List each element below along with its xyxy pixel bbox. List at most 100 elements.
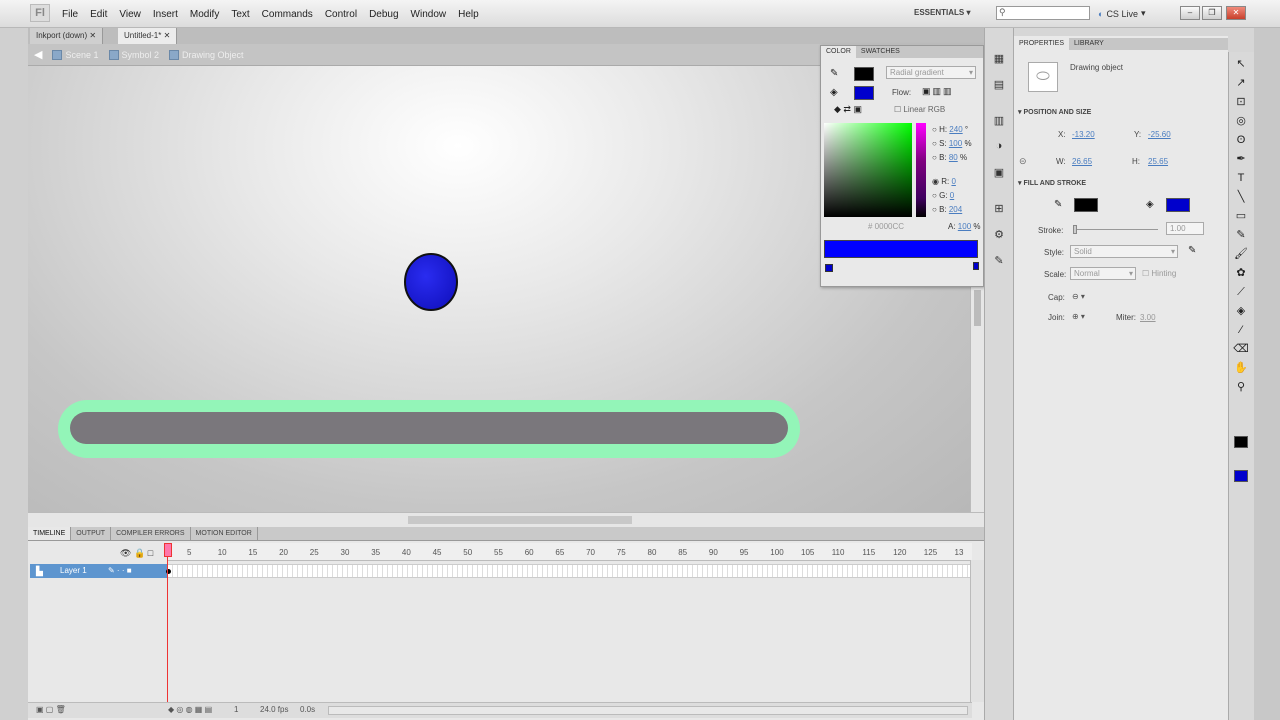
breadcrumb-scene[interactable]: Scene 1: [52, 49, 99, 60]
menu-file[interactable]: File: [56, 9, 84, 20]
eyedropper-tool-icon[interactable]: ⁄: [1233, 322, 1249, 338]
tab-color[interactable]: COLOR: [821, 46, 856, 58]
menu-window[interactable]: Window: [405, 9, 453, 20]
tab-motion-editor[interactable]: MOTION EDITOR: [191, 527, 258, 540]
menu-modify[interactable]: Modify: [184, 9, 225, 20]
pencil-tool-icon[interactable]: ✎: [1233, 227, 1249, 243]
breadcrumb-symbol[interactable]: Symbol 2: [108, 49, 159, 60]
color-picker-field[interactable]: [824, 123, 912, 217]
lock-icon[interactable]: 🔒: [134, 548, 145, 558]
gradient-stop-left[interactable]: [825, 264, 833, 272]
onion-skin-icons[interactable]: ◆ ◎ ◍ ▦ ▤: [168, 705, 212, 714]
menu-text[interactable]: Text: [225, 9, 255, 20]
lasso-tool-icon[interactable]: ʘ: [1233, 132, 1249, 148]
hue-slider[interactable]: [916, 123, 926, 217]
paint-bucket-tool-icon[interactable]: ◈: [1233, 303, 1249, 319]
breadcrumb-drawing-object[interactable]: Drawing Object: [169, 49, 244, 60]
eraser-tool-icon[interactable]: ⌫: [1233, 341, 1249, 357]
tab-swatches[interactable]: SWATCHES: [856, 46, 905, 58]
tab-properties[interactable]: PROPERTIES: [1014, 38, 1069, 50]
stroke-slider[interactable]: [1074, 229, 1158, 230]
back-arrow-icon[interactable]: ◀: [34, 48, 42, 61]
green-row[interactable]: ○ G: 0: [932, 189, 972, 203]
playhead[interactable]: [167, 543, 168, 713]
stroke-color-swatch[interactable]: [854, 67, 874, 81]
info-panel-icon[interactable]: ▥: [991, 114, 1007, 130]
brightness-row[interactable]: ○ B: 80 %: [932, 151, 972, 165]
maximize-button[interactable]: ❐: [1202, 6, 1222, 20]
join-select[interactable]: ⊕ ▾: [1072, 312, 1085, 321]
gradient-stop-right[interactable]: [973, 262, 979, 270]
linear-rgb-checkbox[interactable]: ☐ Linear RGB: [894, 105, 945, 114]
stage-horizontal-scrollbar[interactable]: [28, 512, 984, 527]
motion-presets-icon[interactable]: ⚙: [991, 228, 1007, 244]
menu-view[interactable]: View: [113, 9, 147, 20]
workspace-switcher[interactable]: ESSENTIALS ▾: [914, 8, 970, 17]
section-fill-stroke[interactable]: ▾ FILL AND STROKE: [1018, 179, 1086, 187]
tab-timeline[interactable]: TIMELINE: [28, 527, 72, 540]
timeline-vertical-scrollbar[interactable]: [970, 560, 984, 702]
hue-row[interactable]: ○ H: 240 °: [932, 123, 972, 137]
stroke-color-tool[interactable]: [1234, 436, 1248, 448]
h-value[interactable]: 25.65: [1148, 157, 1168, 166]
eye-icon[interactable]: 👁: [120, 548, 131, 558]
transform-panel-icon[interactable]: ◑: [991, 140, 1007, 156]
hinting-checkbox[interactable]: ☐ Hinting: [1142, 269, 1176, 278]
stroke-slider-thumb[interactable]: [1073, 225, 1077, 234]
frame-rate[interactable]: 24.0 fps: [260, 705, 288, 714]
bone-tool-icon[interactable]: ⟋: [1233, 284, 1249, 300]
fill-color-tool[interactable]: [1234, 470, 1248, 482]
text-tool-icon[interactable]: T: [1233, 170, 1249, 186]
playhead-handle[interactable]: [164, 543, 172, 557]
align-panel-icon[interactable]: ▤: [991, 78, 1007, 94]
stroke-width-input[interactable]: 1.00: [1166, 222, 1204, 235]
edit-stroke-style-icon[interactable]: ✎: [1188, 245, 1196, 256]
outline-icon[interactable]: □: [148, 548, 153, 558]
props-stroke-swatch[interactable]: [1074, 198, 1098, 212]
constrain-link-icon[interactable]: ⊝: [1019, 156, 1027, 167]
line-tool-icon[interactable]: ╲: [1233, 189, 1249, 205]
menu-commands[interactable]: Commands: [256, 9, 319, 20]
miter-value[interactable]: 3.00: [1140, 313, 1156, 322]
frames-track[interactable]: [168, 564, 970, 578]
brush-tool-icon[interactable]: 🖌: [1233, 246, 1249, 262]
components-panel-icon[interactable]: ⊞: [991, 202, 1007, 218]
tab-compiler-errors[interactable]: COMPILER ERRORS: [111, 527, 191, 540]
alpha-row[interactable]: A: 100 %: [948, 222, 981, 231]
w-value[interactable]: 26.65: [1072, 157, 1092, 166]
zoom-tool-icon[interactable]: ⚲: [1233, 379, 1249, 395]
swap-colors-icon[interactable]: ◆ ⇄ ▣: [834, 104, 862, 115]
tab-library[interactable]: LIBRARY: [1069, 38, 1109, 50]
color-panel-icon[interactable]: ▦: [991, 52, 1007, 68]
blue-ball[interactable]: [404, 253, 458, 311]
hand-tool-icon[interactable]: ✋: [1233, 360, 1249, 376]
stroke-style-select[interactable]: Solid ▾: [1070, 245, 1178, 258]
3d-rotation-tool-icon[interactable]: ◎: [1233, 113, 1249, 129]
menu-insert[interactable]: Insert: [147, 9, 184, 20]
red-row[interactable]: ◉ R: 0: [932, 175, 972, 189]
code-snippets-icon[interactable]: ✎: [991, 254, 1007, 270]
layer-row[interactable]: Layer 1: [30, 564, 168, 578]
cap-select[interactable]: ⊖ ▾: [1072, 292, 1085, 301]
y-value[interactable]: -25.60: [1148, 130, 1171, 139]
deco-tool-icon[interactable]: ✿: [1233, 265, 1249, 281]
search-input[interactable]: ⚲: [996, 6, 1090, 20]
menu-help[interactable]: Help: [452, 9, 485, 20]
props-fill-swatch[interactable]: [1166, 198, 1190, 212]
close-button[interactable]: ✕: [1226, 6, 1246, 20]
menu-control[interactable]: Control: [319, 9, 363, 20]
new-layer-icon[interactable]: ▣ ▢ 🗑: [36, 705, 66, 714]
x-value[interactable]: -13.20: [1072, 130, 1095, 139]
tab-output[interactable]: OUTPUT: [71, 527, 112, 540]
scale-select[interactable]: Normal ▾: [1070, 267, 1136, 280]
rectangle-tool-icon[interactable]: ▭: [1233, 208, 1249, 224]
blue-row[interactable]: ○ B: 204: [932, 203, 972, 217]
doc-tab-untitled[interactable]: Untitled-1* ✕: [118, 28, 178, 44]
hex-value[interactable]: # 0000CC: [868, 222, 904, 231]
menu-debug[interactable]: Debug: [363, 9, 404, 20]
flow-buttons[interactable]: ▣▥▥: [922, 86, 954, 97]
saturation-row[interactable]: ○ S: 100 %: [932, 137, 972, 151]
bar-track[interactable]: [70, 412, 788, 444]
color-type-select[interactable]: Radial gradient ▾: [886, 66, 976, 79]
cs-live-button[interactable]: ◐ CS Live ▾: [1098, 8, 1145, 19]
